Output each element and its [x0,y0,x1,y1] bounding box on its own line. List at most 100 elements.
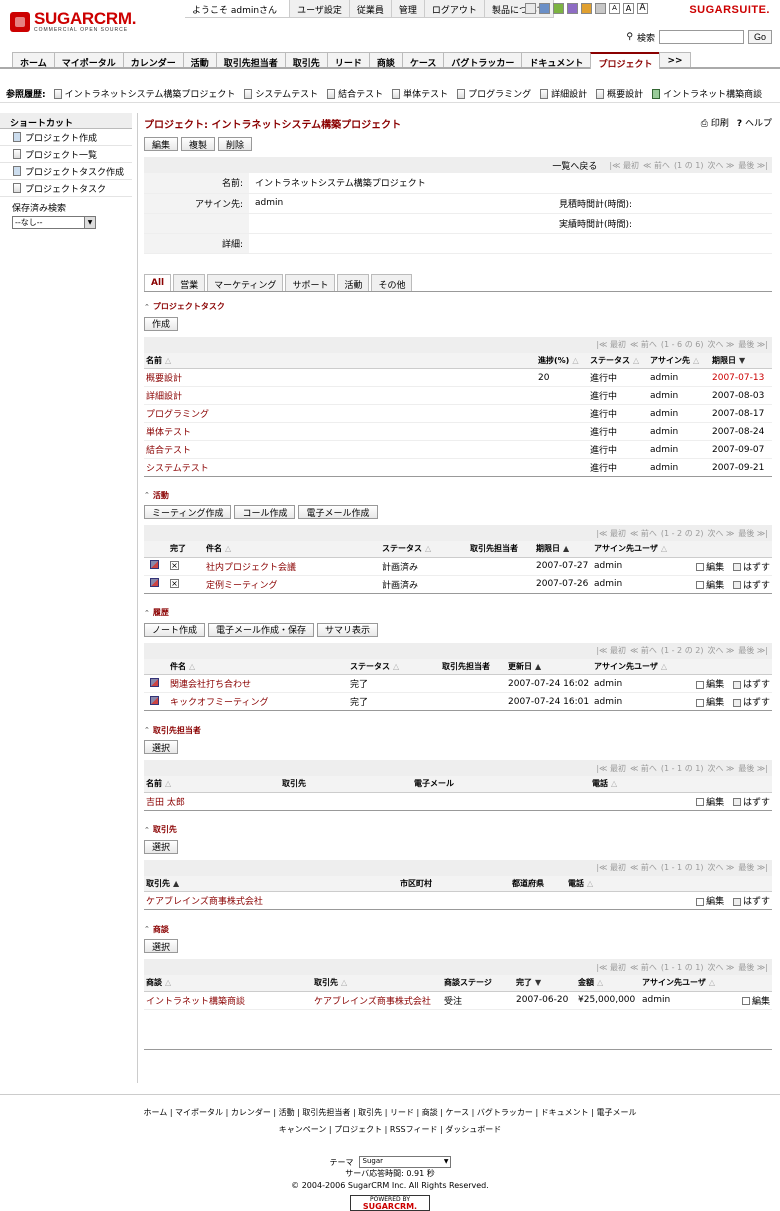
close-activity-icon[interactable]: × [170,561,179,570]
history-link[interactable]: 関連会社打ち合わせ [170,680,251,690]
remove-link[interactable]: はずす [732,698,770,708]
first-link[interactable]: |≪ 最初 [596,962,626,973]
create-email-button[interactable]: 電子メール作成 [298,505,378,519]
search-input[interactable] [658,30,744,44]
prev-link[interactable]: ≪ 前へ [630,862,657,873]
font-size-medium[interactable]: A [623,3,634,14]
prev-link[interactable]: ≪ 前へ [630,339,657,350]
edit-link[interactable]: 編集 [696,563,724,573]
edit-button[interactable]: 編集 [144,137,179,151]
close-activity-icon[interactable]: × [170,579,179,588]
create-call-button[interactable]: コール作成 [234,505,296,519]
subtab-activities[interactable]: 活動 [337,273,370,291]
task-link[interactable]: 詳細設計 [146,392,182,402]
edit-link[interactable]: 編集 [696,698,724,708]
next-link[interactable]: 次へ ≫ [707,339,734,350]
next-link[interactable]: 次へ ≫ [707,528,734,539]
sidebar-item-create-task[interactable]: プロジェクトタスク作成 [0,163,132,180]
powered-by-badge[interactable]: POWERED BY SUGARCRM. [350,1195,430,1211]
tab-bug-tracker[interactable]: バグトラッカー [443,52,523,69]
task-link[interactable]: 単体テスト [146,428,191,438]
select-account-button[interactable]: 選択 [144,839,179,854]
remove-link[interactable]: はずす [732,563,770,573]
back-to-list-link[interactable]: 一覧へ戻る [552,159,597,172]
col-close[interactable]: 完了 ▼ [514,975,576,992]
remove-link[interactable]: はずす [732,798,770,808]
account-link[interactable]: ケアブレインズ商事株式会社 [314,997,431,1007]
subtab-all[interactable]: All [144,273,172,291]
select-contact-button[interactable]: 選択 [144,740,179,754]
tab-documents[interactable]: ドキュメント [521,52,592,69]
col-progress[interactable]: 進捗(%) △ [536,352,588,369]
panel-title[interactable]: ⌃ 履歴 [144,607,772,619]
col-account[interactable]: 取引先 ▲ [144,875,398,892]
edit-link[interactable]: 編集 [741,997,770,1007]
col-name[interactable]: 名前 △ [144,352,536,369]
col-subject[interactable]: 件名 △ [168,658,348,675]
delete-button[interactable]: 削除 [218,137,253,151]
remove-link[interactable]: はずす [732,897,770,907]
help-link[interactable]: ? ヘルプ [737,116,772,135]
view-summary-button[interactable]: サマリ表示 [317,622,379,637]
col-status[interactable]: ステータス △ [588,352,648,369]
col-due[interactable]: 期限日 ▼ [710,352,772,369]
col-phone[interactable]: 電話 △ [590,776,682,793]
first-link[interactable]: |≪ 最初 [596,862,626,873]
theme-select[interactable]: Sugar [358,1156,451,1168]
panel-title[interactable]: ⌃ プロジェクトタスク [144,301,772,313]
archive-email-button[interactable]: 電子メール作成・保存 [208,622,315,637]
tab-home[interactable]: ホーム [12,52,55,69]
history-link[interactable]: キックオフミーティング [170,698,268,708]
prev-link[interactable]: ≪ 前へ [630,528,657,539]
last-link[interactable]: 最後 ≫| [738,645,768,656]
select-opportunity-button[interactable]: 選択 [144,939,179,953]
prev-link[interactable]: ≪ 前へ [630,763,657,774]
sidebar-item-project-list[interactable]: プロジェクト一覧 [0,146,132,163]
saved-search-select[interactable]: --なし-- ▼ [12,216,96,229]
activity-link[interactable]: 定例ミーティング [206,581,277,591]
next-link[interactable]: 次へ ≫ [707,763,734,774]
nav-employees[interactable]: 従業員 [350,0,392,17]
first-link[interactable]: |≪ 最初 [596,645,626,656]
tab-projects[interactable]: プロジェクト [590,52,661,70]
theme-swatch-blue[interactable] [539,3,550,14]
nav-logout[interactable]: ログアウト [425,0,485,17]
prev-link[interactable]: ≪ 前へ [630,645,657,656]
nav-user-settings[interactable]: ユーザ設定 [290,0,350,17]
first-link[interactable]: |≪ 最初 [609,160,639,171]
prev-link[interactable]: ≪ 前へ [630,962,657,973]
last-viewed-item[interactable]: 概要設計 [596,87,643,100]
opportunity-link[interactable]: イントラネット構築商談 [146,997,245,1007]
next-link[interactable]: 次へ ≫ [707,645,734,656]
last-viewed-item[interactable]: イントラネットシステム構築プロジェクト [53,87,235,100]
task-link[interactable]: プログラミング [146,410,209,420]
tab-accounts[interactable]: 取引先 [284,52,328,69]
panel-title[interactable]: ⌃ 取引先担当者 [144,724,772,736]
search-go-button[interactable]: Go [747,30,772,44]
col-opportunity[interactable]: 商談 △ [144,975,312,992]
activity-link[interactable]: 社内プロジェクト会議 [206,563,296,573]
last-viewed-item[interactable]: 単体テスト [392,87,448,100]
contact-link[interactable]: 吉田 太郎 [146,798,185,808]
theme-swatch-gray[interactable] [525,3,536,14]
col-account[interactable]: 取引先 △ [312,975,442,992]
tab-more[interactable]: >> [659,52,691,67]
task-link[interactable]: 概要設計 [146,374,182,384]
panel-title[interactable]: ⌃ 取引先 [144,824,772,836]
first-link[interactable]: |≪ 最初 [596,528,626,539]
font-size-large[interactable]: A [637,3,648,14]
font-size-small[interactable]: A [609,3,620,14]
col-subject[interactable]: 件名 △ [204,541,380,558]
tab-contacts[interactable]: 取引先担当者 [215,52,286,69]
print-link[interactable]: ⎙ 印刷 [701,116,729,135]
col-phone[interactable]: 電話 △ [566,875,682,892]
edit-link[interactable]: 編集 [696,680,724,690]
col-due[interactable]: 期限日 ▲ [534,541,592,558]
col-assigned-user[interactable]: アサイン先ユーザ △ [592,541,682,558]
last-link[interactable]: 最後 ≫| [738,962,768,973]
next-link[interactable]: 次へ ≫ [707,962,734,973]
nav-admin[interactable]: 管理 [392,0,425,17]
last-link[interactable]: 最後 ≫| [738,160,768,171]
duplicate-button[interactable]: 複製 [181,137,216,151]
tab-leads[interactable]: リード [326,52,370,69]
